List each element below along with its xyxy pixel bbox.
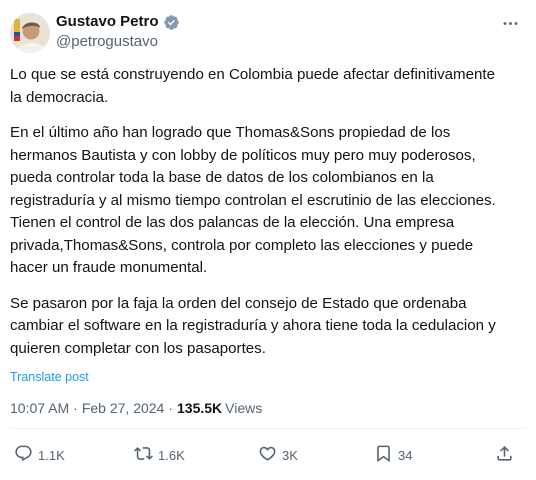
translate-post-link[interactable]: Translate post — [10, 368, 89, 386]
post-text-line: cambiar el software en la registraduría … — [10, 317, 496, 334]
verified-badge-icon[interactable] — [163, 14, 180, 31]
bookmark-icon — [374, 444, 393, 466]
repost-button[interactable]: 1.6K — [134, 440, 185, 470]
post-metadata: 10:07 AM · Feb 27, 2024 · 135.5K Views — [10, 398, 262, 418]
post-text-line: Tienen el control de las dos palancas de… — [10, 214, 455, 231]
repost-icon — [134, 444, 153, 466]
post-text-line: hacer un fraude monumental. — [10, 259, 208, 276]
reply-icon — [14, 444, 33, 466]
post-paragraph: En el último año han logrado que Thomas&… — [10, 122, 526, 280]
bookmark-button[interactable]: 34 — [374, 440, 412, 470]
post-text-line: pueda controlar toda la base de datos de… — [10, 169, 434, 186]
share-icon — [495, 444, 514, 466]
post-text-line: privada,Thomas&Sons, controla por comple… — [10, 236, 474, 254]
like-button[interactable]: 3K — [258, 440, 298, 470]
divider — [10, 428, 526, 429]
author-display-name[interactable]: Gustavo Petro — [56, 12, 159, 32]
reply-button[interactable]: 1.1K — [14, 440, 65, 470]
post-time[interactable]: 10:07 AM — [10, 398, 69, 418]
post-text: Lo que se está construyendo en Colombia … — [10, 64, 526, 373]
heart-icon — [258, 444, 277, 466]
post-paragraph: Se pasaron por la faja la orden del cons… — [10, 293, 526, 361]
post: Gustavo Petro @petrogustavo Lo que se es… — [0, 0, 536, 480]
share-button[interactable] — [495, 440, 514, 470]
post-date[interactable]: Feb 27, 2024 — [82, 398, 165, 418]
post-text-line: En el último año han logrado que Thomas&… — [10, 124, 451, 141]
post-text-line: la democracia. — [10, 88, 109, 106]
like-count: 3K — [282, 447, 298, 463]
avatar[interactable] — [10, 13, 50, 53]
meta-separator: · — [73, 400, 78, 416]
meta-separator: · — [168, 400, 174, 416]
views-count: 135.5K — [177, 400, 223, 416]
more-options-icon[interactable] — [498, 11, 522, 35]
author-name-row: Gustavo Petro — [56, 12, 180, 32]
bookmark-count: 34 — [398, 447, 413, 463]
reply-count: 1.1K — [38, 447, 65, 463]
post-text-line: registraduría y al mismo tiempo controla… — [10, 191, 496, 209]
post-text-line: Se pasaron por la faja la orden del cons… — [10, 294, 467, 312]
post-text-line: quieren completar con los pasaportes. — [10, 339, 266, 357]
views-label: Views — [225, 400, 263, 416]
author-handle[interactable]: @petrogustavo — [56, 32, 158, 52]
post-text-line: Lo que se está construyendo en Colombia … — [10, 66, 495, 83]
repost-count: 1.6K — [158, 447, 185, 463]
post-paragraph: Lo que se está construyendo en Colombia … — [10, 64, 526, 109]
post-text-line: hermanos Bautista y con lobby de polític… — [10, 146, 476, 164]
action-bar: 1.1K 1.6K 3K 34 — [0, 440, 536, 470]
